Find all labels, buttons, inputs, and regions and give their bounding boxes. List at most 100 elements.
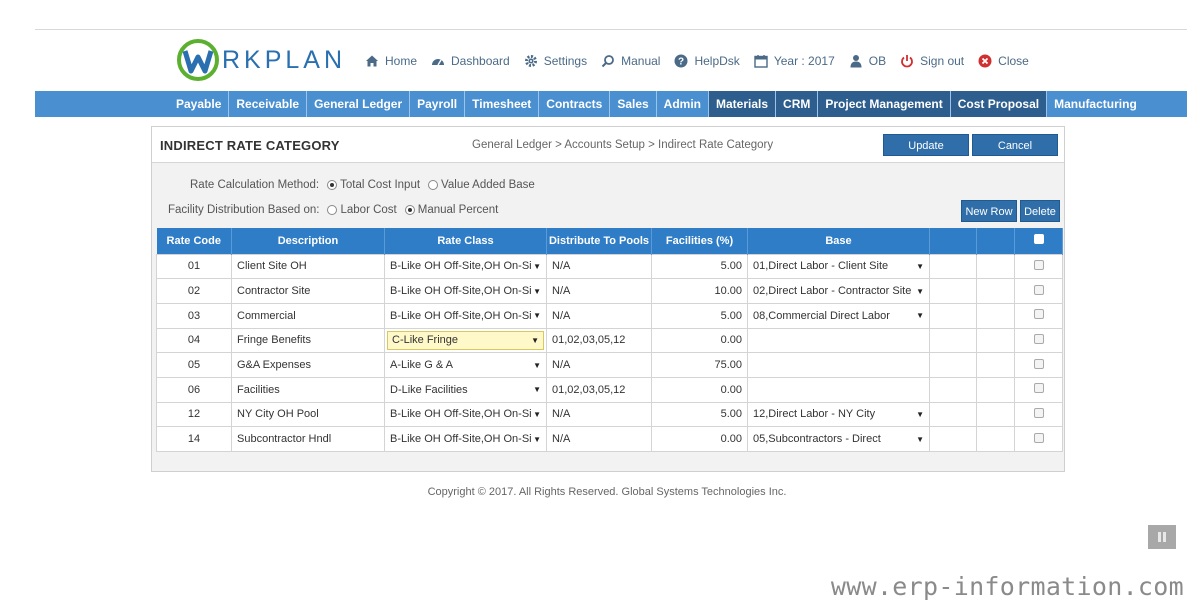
close-link[interactable]: Close [978, 54, 1029, 68]
pools-cell[interactable]: 01,02,03,05,12 [546, 327, 652, 354]
delete-button[interactable]: Delete [1020, 200, 1060, 222]
facilities-cell[interactable]: 0.00 [651, 426, 748, 452]
row-checkbox-cell[interactable] [1014, 376, 1063, 403]
update-button[interactable]: Update [883, 134, 969, 156]
rate-code-cell[interactable]: 06 [156, 376, 232, 403]
rate-code-cell[interactable]: 03 [156, 302, 232, 329]
signout-link[interactable]: Sign out [900, 54, 964, 68]
row-checkbox-cell[interactable] [1014, 302, 1063, 329]
description-cell[interactable]: Commercial [231, 302, 385, 329]
rate-code-cell[interactable]: 04 [156, 327, 232, 354]
rate-code-cell[interactable]: 05 [156, 352, 232, 378]
settings-link[interactable]: Settings [524, 54, 587, 68]
pools-cell[interactable]: 01,02,03,05,12 [546, 376, 652, 403]
rate-code-cell[interactable]: 14 [156, 426, 232, 452]
base-cell[interactable] [747, 327, 930, 354]
facilities-cell[interactable]: 5.00 [651, 401, 748, 428]
manual-link[interactable]: Manual [601, 54, 660, 68]
row-checkbox[interactable] [1033, 383, 1044, 394]
facilities-cell[interactable]: 75.00 [651, 352, 748, 378]
nav-contracts[interactable]: Contracts [539, 91, 611, 117]
base-select[interactable]: 05,Subcontractors - Direct ▼ [747, 426, 930, 452]
facilities-cell[interactable]: 0.00 [651, 327, 748, 354]
facilities-cell[interactable]: 5.00 [651, 253, 748, 280]
rate-code-cell[interactable]: 02 [156, 278, 232, 304]
nav-crm[interactable]: CRM [776, 91, 819, 117]
row-checkbox[interactable] [1033, 309, 1044, 320]
row-checkbox[interactable] [1033, 333, 1044, 344]
cancel-button[interactable]: Cancel [972, 134, 1058, 156]
nav-materials[interactable]: Materials [709, 91, 777, 117]
total-cost-input-label[interactable]: Total Cost Input [340, 179, 420, 191]
base-select[interactable]: 12,Direct Labor - NY City ▼ [747, 401, 930, 428]
description-cell[interactable]: NY City OH Pool [231, 401, 385, 428]
description-cell[interactable]: G&A Expenses [231, 352, 385, 378]
rate-code-cell[interactable]: 01 [156, 253, 232, 280]
nav-payable[interactable]: Payable [169, 91, 230, 117]
nav-project-management[interactable]: Project Management [818, 91, 951, 117]
labor-cost-label[interactable]: Labor Cost [340, 204, 396, 216]
nav-sales[interactable]: Sales [610, 91, 657, 117]
rate-class-select[interactable]: B-Like OH Off-Site,OH On-Sit ▼ [384, 401, 547, 428]
facilities-cell[interactable]: 5.00 [651, 302, 748, 329]
nav-timesheet[interactable]: Timesheet [465, 91, 540, 117]
rate-class-select[interactable]: C-Like Fringe ▼ [384, 327, 547, 354]
workplan-logo[interactable]: RKPLAN [176, 38, 346, 82]
value-added-base-radio[interactable] [428, 180, 439, 190]
rate-class-select[interactable]: A-Like G & A ▼ [384, 352, 547, 378]
description-cell[interactable]: Fringe Benefits [231, 327, 385, 354]
nav-general-ledger[interactable]: General Ledger [307, 91, 411, 117]
year-link[interactable]: Year : 2017 [754, 54, 835, 68]
header-select-all[interactable] [1014, 228, 1063, 254]
new-row-button[interactable]: New Row [961, 200, 1017, 222]
row-checkbox[interactable] [1033, 407, 1044, 418]
labor-cost-radio[interactable] [327, 205, 338, 215]
select-all-checkbox[interactable] [1033, 234, 1044, 245]
row-checkbox-cell[interactable] [1014, 327, 1063, 354]
row-checkbox[interactable] [1033, 284, 1044, 295]
row-checkbox-cell[interactable] [1014, 426, 1063, 452]
pools-cell[interactable]: N/A [546, 352, 652, 378]
manual-percent-label[interactable]: Manual Percent [418, 204, 499, 216]
base-select[interactable]: 01,Direct Labor - Client Site ▼ [747, 253, 930, 280]
pools-cell[interactable]: N/A [546, 426, 652, 452]
nav-admin[interactable]: Admin [657, 91, 710, 117]
rate-class-select[interactable]: B-Like OH Off-Site,OH On-Sit ▼ [384, 426, 547, 452]
nav-receivable[interactable]: Receivable [229, 91, 308, 117]
row-checkbox-cell[interactable] [1014, 278, 1063, 304]
helpdesk-link[interactable]: ? HelpDsk [674, 54, 740, 68]
rate-class-select[interactable]: B-Like OH Off-Site,OH On-Sit ▼ [384, 302, 547, 329]
user-link[interactable]: OB [849, 54, 886, 68]
value-added-base-label[interactable]: Value Added Base [441, 179, 535, 191]
description-cell[interactable]: Facilities [231, 376, 385, 403]
pools-cell[interactable]: N/A [546, 278, 652, 304]
nav-manufacturing[interactable]: Manufacturing [1047, 91, 1144, 117]
total-cost-input-radio[interactable] [327, 180, 338, 190]
dashboard-link[interactable]: Dashboard [431, 54, 510, 68]
description-cell[interactable]: Subcontractor Hndl [231, 426, 385, 452]
facilities-cell[interactable]: 0.00 [651, 376, 748, 403]
row-checkbox-cell[interactable] [1014, 401, 1063, 428]
nav-payroll[interactable]: Payroll [410, 91, 466, 117]
base-cell[interactable] [747, 352, 930, 378]
home-link[interactable]: Home [365, 54, 417, 68]
rate-code-cell[interactable]: 12 [156, 401, 232, 428]
rate-class-select[interactable]: B-Like OH Off-Site,OH On-Sit ▼ [384, 253, 547, 280]
base-select[interactable]: 02,Direct Labor - Contractor Site ▼ [747, 278, 930, 304]
facilities-cell[interactable]: 10.00 [651, 278, 748, 304]
description-cell[interactable]: Contractor Site [231, 278, 385, 304]
nav-cost-proposal[interactable]: Cost Proposal [950, 91, 1048, 117]
pools-cell[interactable]: N/A [546, 302, 652, 329]
rate-class-select-focused[interactable]: C-Like Fringe ▼ [387, 330, 544, 350]
rate-class-select[interactable]: B-Like OH Off-Site,OH On-Sit ▼ [384, 278, 547, 304]
manual-percent-radio[interactable] [404, 205, 415, 215]
description-cell[interactable]: Client Site OH [231, 253, 385, 280]
row-checkbox[interactable] [1033, 259, 1044, 270]
row-checkbox[interactable] [1033, 432, 1044, 443]
row-checkbox-cell[interactable] [1014, 352, 1063, 378]
pools-cell[interactable]: N/A [546, 253, 652, 280]
base-select[interactable]: 08,Commercial Direct Labor ▼ [747, 302, 930, 329]
row-checkbox[interactable] [1033, 358, 1044, 369]
pools-cell[interactable]: N/A [546, 401, 652, 428]
row-checkbox-cell[interactable] [1014, 253, 1063, 280]
